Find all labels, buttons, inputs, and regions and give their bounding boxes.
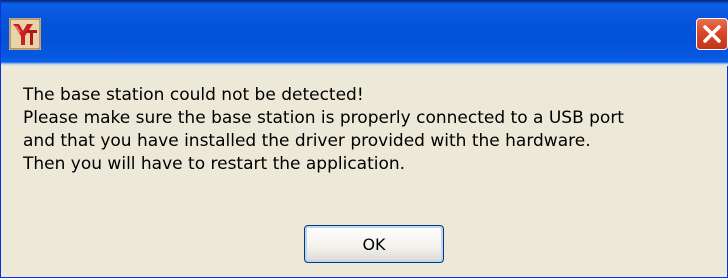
title-bar[interactable] — [1, 0, 728, 66]
message-dialog-window: The base station could not be detected! … — [0, 0, 728, 278]
close-icon — [703, 25, 721, 43]
dialog-message: The base station could not be detected! … — [23, 84, 723, 176]
ok-button[interactable]: OK — [304, 225, 444, 263]
close-button[interactable] — [696, 18, 728, 50]
message-line: and that you have installed the driver p… — [23, 131, 591, 151]
app-logo-icon — [9, 18, 41, 50]
message-line: The base station could not be detected! — [23, 85, 364, 105]
message-line: Please make sure the base station is pro… — [23, 108, 624, 128]
message-line: Then you will have to restart the applic… — [23, 154, 406, 174]
